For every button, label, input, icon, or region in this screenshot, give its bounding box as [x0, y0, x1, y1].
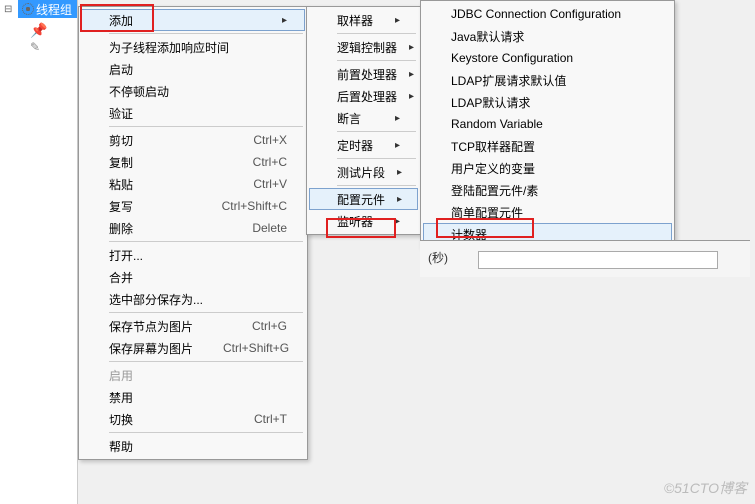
- pin-icon: 📌: [30, 22, 47, 39]
- menu-keystore[interactable]: Keystore Configuration: [423, 47, 672, 69]
- menu-duplicate[interactable]: 复写Ctrl+Shift+C: [81, 195, 305, 217]
- menu-random[interactable]: Random Variable: [423, 113, 672, 135]
- submenu-config: JDBC Connection Configuration Java默认请求 K…: [420, 0, 675, 248]
- tree-node-label: 线程组: [36, 1, 72, 18]
- menu-timer[interactable]: 定时器▸: [309, 134, 418, 156]
- menu-toggle[interactable]: 切换Ctrl+T: [81, 408, 305, 430]
- seconds-input[interactable]: [478, 251, 718, 269]
- menu-pre[interactable]: 前置处理器▸: [309, 63, 418, 85]
- menu-add-timer[interactable]: 为子线程添加响应时间: [81, 36, 305, 58]
- seconds-label: (秒): [428, 251, 448, 265]
- submenu-add: 取样器▸ 逻辑控制器▸ 前置处理器▸ 后置处理器▸ 断言▸ 定时器▸ 测试片段▸…: [306, 6, 421, 235]
- chevron-right-icon: ▸: [395, 113, 400, 124]
- context-menu-main: 添加 ▸ 为子线程添加响应时间 启动 不停顿启动 验证 剪切Ctrl+X 复制C…: [78, 6, 308, 460]
- menu-disable[interactable]: 禁用: [81, 386, 305, 408]
- menu-help[interactable]: 帮助: [81, 435, 305, 457]
- menu-paste[interactable]: 粘贴Ctrl+V: [81, 173, 305, 195]
- menu-ldap-ext[interactable]: LDAP扩展请求默认值: [423, 69, 672, 91]
- gear-icon: [22, 3, 34, 15]
- menu-add[interactable]: 添加 ▸: [81, 9, 305, 31]
- menu-assert[interactable]: 断言▸: [309, 107, 418, 129]
- menu-jdbc[interactable]: JDBC Connection Configuration: [423, 3, 672, 25]
- chevron-right-icon: ▸: [395, 216, 400, 227]
- chevron-right-icon: ▸: [409, 91, 414, 102]
- menu-validate[interactable]: 验证: [81, 102, 305, 124]
- chevron-right-icon: ▸: [397, 167, 402, 178]
- tree-toggle-icon[interactable]: ⊟: [4, 4, 12, 15]
- menu-start[interactable]: 启动: [81, 58, 305, 80]
- properties-panel: (秒): [420, 240, 750, 277]
- pencil-icon: ✎: [30, 40, 40, 54]
- menu-listener[interactable]: 监听器▸: [309, 210, 418, 232]
- chevron-right-icon: ▸: [395, 15, 400, 26]
- menu-save-screen-img[interactable]: 保存屏幕为图片Ctrl+Shift+G: [81, 337, 305, 359]
- menu-merge[interactable]: 合并: [81, 266, 305, 288]
- separator: [109, 432, 303, 433]
- menu-open[interactable]: 打开...: [81, 244, 305, 266]
- menu-save-node-img[interactable]: 保存节点为图片Ctrl+G: [81, 315, 305, 337]
- menu-fragment[interactable]: 测试片段▸: [309, 161, 418, 183]
- menu-config[interactable]: 配置元件▸: [309, 188, 418, 210]
- menu-simple[interactable]: 简单配置元件: [423, 201, 672, 223]
- menu-label: 添加: [109, 12, 133, 29]
- menu-start-no-pause[interactable]: 不停顿启动: [81, 80, 305, 102]
- menu-cut[interactable]: 剪切Ctrl+X: [81, 129, 305, 151]
- watermark: ©51CTO博客: [664, 478, 747, 498]
- menu-ldap[interactable]: LDAP默认请求: [423, 91, 672, 113]
- separator: [109, 312, 303, 313]
- separator: [337, 158, 416, 159]
- menu-tcp[interactable]: TCP取样器配置: [423, 135, 672, 157]
- separator: [109, 361, 303, 362]
- menu-save-selection[interactable]: 选中部分保存为...: [81, 288, 305, 310]
- tree-panel: ⊟ 线程组 📌 ✎: [0, 0, 78, 504]
- menu-sampler[interactable]: 取样器▸: [309, 9, 418, 31]
- chevron-right-icon: ▸: [409, 42, 414, 53]
- menu-java-defaults[interactable]: Java默认请求: [423, 25, 672, 47]
- menu-user-vars[interactable]: 用户定义的变量: [423, 157, 672, 179]
- separator: [337, 60, 416, 61]
- menu-enable[interactable]: 启用: [81, 364, 305, 386]
- separator: [337, 33, 416, 34]
- menu-delete[interactable]: 删除Delete: [81, 217, 305, 239]
- separator: [337, 131, 416, 132]
- menu-copy[interactable]: 复制Ctrl+C: [81, 151, 305, 173]
- separator: [109, 33, 303, 34]
- chevron-right-icon: ▸: [397, 194, 402, 205]
- menu-logic[interactable]: 逻辑控制器▸: [309, 36, 418, 58]
- menu-login[interactable]: 登陆配置元件/素: [423, 179, 672, 201]
- separator: [337, 185, 416, 186]
- tree-node-threadgroup[interactable]: 线程组: [18, 0, 77, 18]
- chevron-right-icon: ▸: [395, 140, 400, 151]
- chevron-right-icon: ▸: [282, 15, 287, 26]
- separator: [109, 241, 303, 242]
- chevron-right-icon: ▸: [409, 69, 414, 80]
- menu-post[interactable]: 后置处理器▸: [309, 85, 418, 107]
- separator: [109, 126, 303, 127]
